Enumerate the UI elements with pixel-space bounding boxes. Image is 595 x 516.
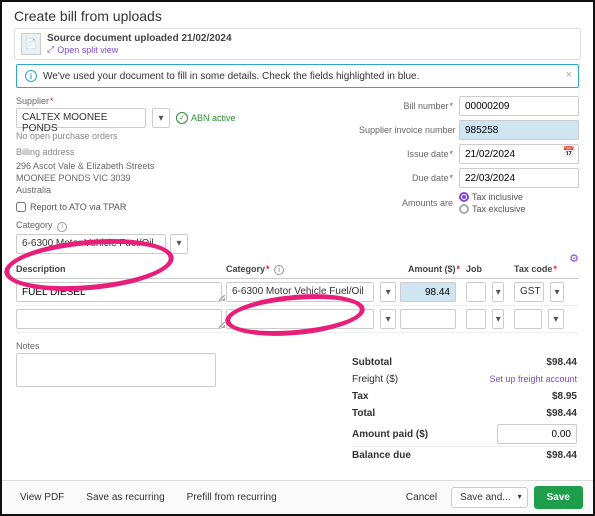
supplier-label: Supplier <box>16 96 339 106</box>
tax-select[interactable]: GST <box>514 282 544 302</box>
info-alert: i We've used your document to fill in so… <box>16 64 579 88</box>
supinv-input[interactable] <box>459 120 579 140</box>
prefill-recurring-button[interactable]: Prefill from recurring <box>179 488 285 507</box>
supplier-dropdown[interactable]: ▾ <box>152 108 170 128</box>
col-cat: Category i <box>226 264 400 276</box>
amt-input[interactable] <box>400 309 456 329</box>
col-job: Job <box>460 264 508 276</box>
footer: View PDF Save as recurring Prefill from … <box>2 480 593 514</box>
no-po: No open purchase orders <box>16 131 339 141</box>
save-button[interactable]: Save <box>534 486 583 509</box>
source-doc-panel: 📄 Source document uploaded 21/02/2024 ⤢O… <box>14 28 581 60</box>
gear-icon[interactable]: ⚙ <box>569 252 579 265</box>
notes-label: Notes <box>16 341 216 351</box>
tax-inclusive-radio[interactable]: Tax inclusive <box>459 192 579 202</box>
tpar-checkbox[interactable]: Report to ATO via TPAR <box>16 202 339 212</box>
open-split-view[interactable]: ⤢Open split view <box>47 44 232 55</box>
col-amt: Amount ($) <box>400 264 460 276</box>
line-cat-select[interactable]: 6-6300 Motor Vehicle Fuel/Oil <box>226 282 374 302</box>
desc-input[interactable] <box>16 282 222 302</box>
billno-input[interactable] <box>459 96 579 116</box>
page-title: Create bill from uploads <box>2 2 593 28</box>
calendar-icon[interactable]: 📅 <box>563 147 575 158</box>
line-cat-select[interactable] <box>226 309 374 329</box>
info-icon: i <box>25 70 37 82</box>
table-row[interactable]: ▾ ▾ ▾ <box>16 306 579 333</box>
info-icon[interactable]: i <box>274 265 284 275</box>
tax-select[interactable] <box>514 309 542 329</box>
chevron-down-icon[interactable]: ▾ <box>380 282 396 302</box>
billing-address: 296 Ascot Vale & Elizabeth StreetsMOONEE… <box>16 160 339 196</box>
billno-label: Bill number <box>359 101 459 111</box>
category-select[interactable]: 6-6300 Motor Vehicle Fuel/Oil <box>16 234 166 254</box>
desc-input[interactable] <box>16 309 222 329</box>
amt-input[interactable] <box>400 282 456 302</box>
chevron-down-icon[interactable]: ▾ <box>548 309 564 329</box>
issue-label: Issue date <box>359 149 459 159</box>
col-desc: Description <box>16 264 226 276</box>
notes-input[interactable] <box>16 353 216 387</box>
due-input[interactable] <box>459 168 579 188</box>
table-row[interactable]: 6-6300 Motor Vehicle Fuel/Oil ▾ ▾ GST ▾ <box>16 279 579 306</box>
totals: Subtotal$98.44 Freight ($)Set up freight… <box>352 354 577 464</box>
col-tax: Tax code <box>508 264 568 276</box>
category-label: Category <box>16 220 53 230</box>
freight-link[interactable]: Set up freight account <box>489 374 577 385</box>
amount-paid-input[interactable] <box>497 424 577 444</box>
billing-addr-label: Billing address <box>16 147 339 157</box>
save-recurring-button[interactable]: Save as recurring <box>78 488 172 507</box>
save-and-button[interactable]: Save and... <box>451 487 528 508</box>
tax-exclusive-radio[interactable]: Tax exclusive <box>459 204 579 214</box>
due-label: Due date <box>359 173 459 183</box>
alert-text: We've used your document to fill in some… <box>43 71 419 82</box>
supplier-select[interactable]: CALTEX MOONEE PONDS <box>16 108 146 128</box>
doc-thumb: 📄 <box>21 33 41 55</box>
supinv-label: Supplier invoice number <box>359 125 459 135</box>
chevron-down-icon[interactable]: ▾ <box>492 309 504 329</box>
chevron-down-icon[interactable]: ▾ <box>380 309 396 329</box>
view-pdf-button[interactable]: View PDF <box>12 488 72 507</box>
job-select[interactable] <box>466 309 486 329</box>
close-icon[interactable]: × <box>566 69 572 81</box>
uploaded-label: Source document uploaded 21/02/2024 <box>47 33 232 44</box>
chevron-down-icon[interactable]: ▾ <box>550 282 564 302</box>
chevron-down-icon[interactable]: ▾ <box>492 282 504 302</box>
info-icon[interactable]: i <box>57 222 67 232</box>
cancel-button[interactable]: Cancel <box>398 488 445 507</box>
abn-status: ABN active <box>176 112 236 124</box>
lines-table: ⚙ Description Category i Amount ($) Job … <box>16 264 579 334</box>
issue-input[interactable] <box>459 144 579 164</box>
category-dropdown[interactable]: ▾ <box>170 234 188 254</box>
amounts-label: Amounts are <box>359 198 459 208</box>
job-select[interactable] <box>466 282 486 302</box>
expand-icon: ⤢ <box>47 44 54 55</box>
